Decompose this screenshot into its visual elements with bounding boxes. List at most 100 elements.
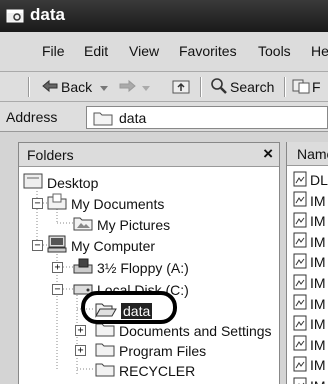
tree-item-desktop[interactable]: Desktop [23,172,98,193]
folder-icon [93,110,113,131]
collapse-toggle[interactable]: − [52,284,63,295]
file-list-item[interactable]: IM [293,294,326,314]
image-file-icon [293,212,307,231]
file-name: IM [310,254,326,271]
title-bar: data [0,0,328,32]
file-list-item[interactable]: IM [293,211,326,231]
folders-button[interactable]: F [292,77,321,97]
file-name: IM [310,192,326,209]
toolbar-separator [200,77,202,97]
folder-icon [95,340,115,361]
file-name: IM [310,378,326,384]
collapse-toggle[interactable]: − [32,240,43,251]
up-folder-button[interactable] [172,77,190,97]
menu-bar: File Edit View Favorites Tools He [0,32,328,72]
file-list-item[interactable]: IM [293,191,326,211]
back-dropdown[interactable] [100,77,108,97]
tree-label: My Computer [71,237,156,254]
back-button[interactable]: Back [42,77,92,97]
collapse-toggle[interactable]: − [32,198,43,209]
address-field[interactable]: data [86,106,328,129]
image-file-icon [293,335,307,354]
image-file-icon [293,315,307,334]
computer-icon [47,235,67,256]
image-file-icon [293,232,307,251]
expand-toggle[interactable]: + [75,345,86,356]
file-list-item[interactable]: IM [293,232,326,252]
menu-tools[interactable]: Tools [258,43,291,59]
image-file-icon [293,377,307,384]
files-pane: Name DL IM IM IM IM IM IM IM IM IM IM [286,142,328,384]
back-arrow-icon [42,79,58,96]
menu-help[interactable]: He [311,43,328,59]
tree-label: My Documents [71,195,165,212]
name-column-header[interactable]: Name [287,142,328,166]
tree-item-my-documents[interactable]: My Documents [47,193,164,214]
file-list-item[interactable]: IM [293,355,326,375]
file-name: IM [310,336,326,353]
folders-pane: Folders × Desktop − My Documents My Pict… [18,142,280,384]
toolbar: Back Search F [0,72,328,102]
chevron-down-icon [100,79,108,95]
forward-button[interactable] [118,77,136,97]
column-label: Name [297,146,328,162]
toolbar-separator [28,77,30,97]
window-title: data [30,5,65,24]
file-name: IM [310,316,326,333]
image-file-icon [293,356,307,375]
file-list-item[interactable]: IM [293,252,326,272]
file-list-item[interactable]: IM [293,273,326,293]
tree-label: Documents and Settings [119,322,272,339]
tree-label: Desktop [47,174,99,191]
image-file-icon [293,274,307,293]
image-file-icon [293,253,307,272]
tree-label: 3½ Floppy (A:) [97,259,189,276]
menu-favorites[interactable]: Favorites [179,43,237,59]
file-list-item[interactable]: IM [293,335,326,355]
address-value: data [119,110,147,126]
address-label: Address [6,109,58,125]
up-folder-icon [172,78,190,97]
search-icon [210,77,228,98]
highlight-callout [81,291,177,324]
file-name: DL [310,172,328,188]
tree-label: RECYCLER [119,362,196,379]
search-button[interactable]: Search [210,77,274,97]
pane-gap [0,132,328,142]
file-name: IM [310,295,326,312]
desktop-icon [23,172,43,193]
file-list-item[interactable]: DL [293,170,328,190]
expand-toggle[interactable]: + [75,325,86,336]
folder-window-icon [6,8,24,23]
floppy-drive-icon [73,257,93,278]
tree-item-my-computer[interactable]: My Computer [47,235,155,256]
file-list-item[interactable]: IM [293,376,326,384]
back-label: Back [61,79,93,95]
file-list-item[interactable]: IM [293,314,326,334]
menu-view[interactable]: View [129,43,159,59]
menu-edit[interactable]: Edit [84,43,108,59]
image-file-icon [293,191,307,210]
image-file-icon [293,294,307,313]
file-name: IM [310,357,326,374]
tree-item-program-files[interactable]: Program Files [95,340,206,361]
file-name: IM [310,275,326,291]
left-strip [0,142,18,384]
folders-icon [292,78,310,97]
search-label: Search [230,79,275,95]
toolbar-separator [284,77,286,97]
tree-label: My Pictures [97,216,171,233]
tree-item-recycler[interactable]: RECYCLER [95,360,195,381]
forward-dropdown[interactable] [142,77,150,97]
my-documents-icon [47,193,67,214]
tree-label: Program Files [119,342,207,359]
address-bar: Address data [0,102,328,132]
image-file-icon [293,171,307,190]
tree-item-my-pictures[interactable]: My Pictures [73,214,170,235]
menu-file[interactable]: File [42,43,65,59]
forward-arrow-icon [118,79,136,96]
expand-toggle[interactable]: + [52,262,63,273]
file-name: IM [310,233,326,250]
pictures-folder-icon [73,214,93,235]
tree-item-floppy[interactable]: 3½ Floppy (A:) [73,257,189,278]
